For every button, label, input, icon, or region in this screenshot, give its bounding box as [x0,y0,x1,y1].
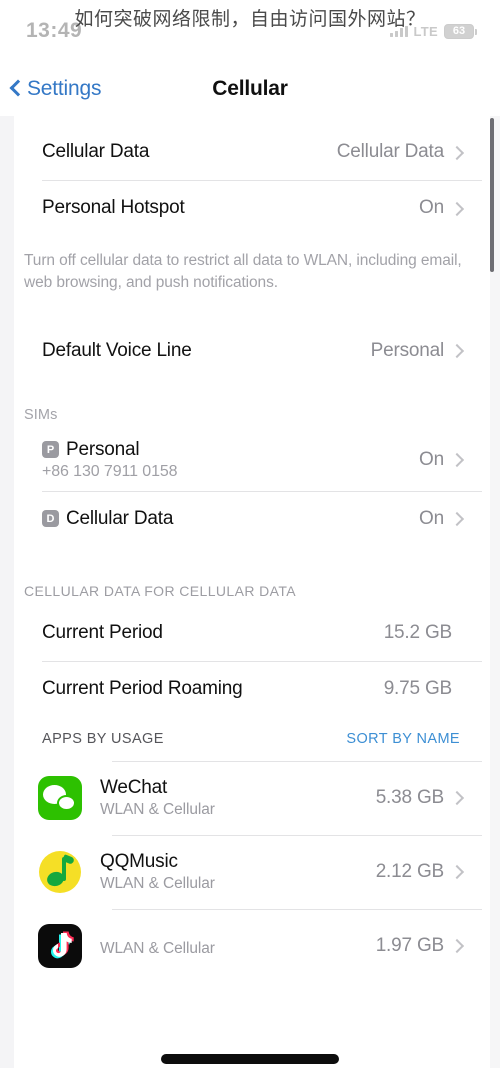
app-name [100,934,376,938]
tiktok-icon [38,923,82,968]
sim-badge-icon: P [42,441,59,459]
cellular-data-footer-note: Turn off cellular data to restrict all d… [24,252,462,292]
row-label: Current Period [42,621,163,643]
row-label: Default Voice Line [42,339,192,361]
app-row-wechat[interactable]: WeChat WLAN & Cellular 5.38 GB [18,760,482,835]
app-usage-value: 5.38 GB [375,786,445,808]
app-usage-value: 2.12 GB [375,860,445,882]
page-title: Cellular [212,77,288,100]
sim-status-value: On [419,448,444,470]
sim-name: Cellular Data [66,508,174,530]
cellular-top-group: Cellular Data Cellular Data Personal Hot… [18,124,482,236]
chevron-right-icon [452,342,462,359]
app-name: QQMusic [100,850,178,872]
sim-phone-number: +86 130 7911 0158 [42,462,178,480]
chevron-right-icon [452,200,462,217]
app-network-subtitle: WLAN & Cellular [100,939,215,957]
vertical-scrollbar[interactable] [490,118,494,272]
app-usage-value: 1.97 GB [375,934,445,956]
app-info: WeChat WLAN & Cellular [100,777,376,820]
home-indicator[interactable] [161,1054,339,1064]
chevron-right-icon [452,451,462,468]
sim-name: Personal [66,439,140,461]
sims-section-header: SIMs [24,406,58,423]
app-info: WLAN & Cellular [100,934,376,958]
sim-row-cellular-data[interactable]: D Cellular Data On [18,490,482,547]
row-cellular-data[interactable]: Cellular Data Cellular Data [18,124,482,180]
qqmusic-icon [38,849,82,894]
row-value: Cellular Data [336,141,444,162]
app-network-subtitle: WLAN & Cellular [100,801,215,819]
app-row-qqmusic[interactable]: QQMusic WLAN & Cellular 2.12 GB [18,834,482,909]
chevron-right-icon [452,937,462,954]
app-info: QQMusic WLAN & Cellular [100,851,376,894]
sim-info: D Cellular Data [42,508,419,530]
row-default-voice-line[interactable]: Default Voice Line Personal [18,323,482,379]
row-value: 15.2 GB [383,621,453,643]
chevron-right-icon [452,144,462,161]
apps-by-usage-header: APPS BY USAGE SORT BY NAME [18,717,482,761]
wechat-icon [38,775,82,820]
sim-name-line: D Cellular Data [42,508,419,530]
row-current-period: Current Period 15.2 GB [18,605,482,661]
usage-section-header: CELLULAR DATA FOR CELLULAR DATA [24,582,296,599]
row-label: Cellular Data [42,141,150,162]
app-name: WeChat [100,776,168,798]
sort-by-name-button[interactable]: SORT BY NAME [346,731,460,747]
settings-scroll-area[interactable]: Cellular Data Cellular Data Personal Hot… [0,116,500,1068]
row-current-period-roaming: Current Period Roaming 9.75 GB [18,660,482,717]
app-network-subtitle: WLAN & Cellular [100,875,215,893]
sim-status-value: On [419,507,444,529]
row-label: Current Period Roaming [42,677,243,699]
sims-group: P Personal +86 130 7911 0158 On D Cellul… [18,428,482,547]
row-label: Personal Hotspot [42,197,185,218]
sim-name-line: P Personal [42,439,419,461]
sim-info: P Personal +86 130 7911 0158 [42,439,419,481]
sim-badge-icon: D [42,510,59,528]
chevron-right-icon [452,863,462,880]
row-value: 9.75 GB [383,677,453,699]
row-value: On [419,197,444,218]
sim-row-personal[interactable]: P Personal +86 130 7911 0158 On [18,429,482,491]
row-value: Personal [370,339,445,361]
apps-by-usage-label: APPS BY USAGE [42,730,164,747]
row-personal-hotspot[interactable]: Personal Hotspot On [18,180,482,236]
usage-group: Current Period 15.2 GB Current Period Ro… [18,604,482,983]
app-row-tiktok[interactable]: WLAN & Cellular 1.97 GB [18,908,482,983]
navigation-bar: Settings Cellular [0,62,500,116]
overlay-caption: 如何突破网络限制，自由访问国外网站？ [74,8,426,30]
chevron-right-icon [452,789,462,806]
default-voice-line-group: Default Voice Line Personal [18,322,482,379]
chevron-right-icon [452,510,462,527]
